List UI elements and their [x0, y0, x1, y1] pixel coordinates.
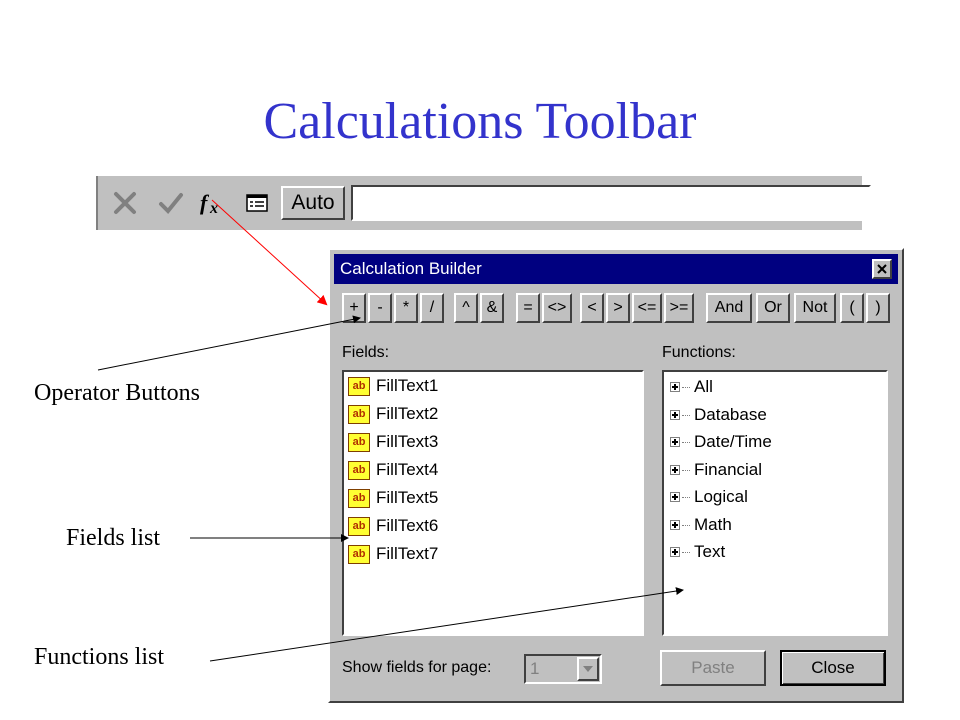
operator-pointer-line	[97, 315, 361, 371]
callout-pointers	[97, 199, 684, 662]
functions-pointer-line	[209, 587, 684, 662]
fx-pointer-arrow	[211, 199, 328, 306]
